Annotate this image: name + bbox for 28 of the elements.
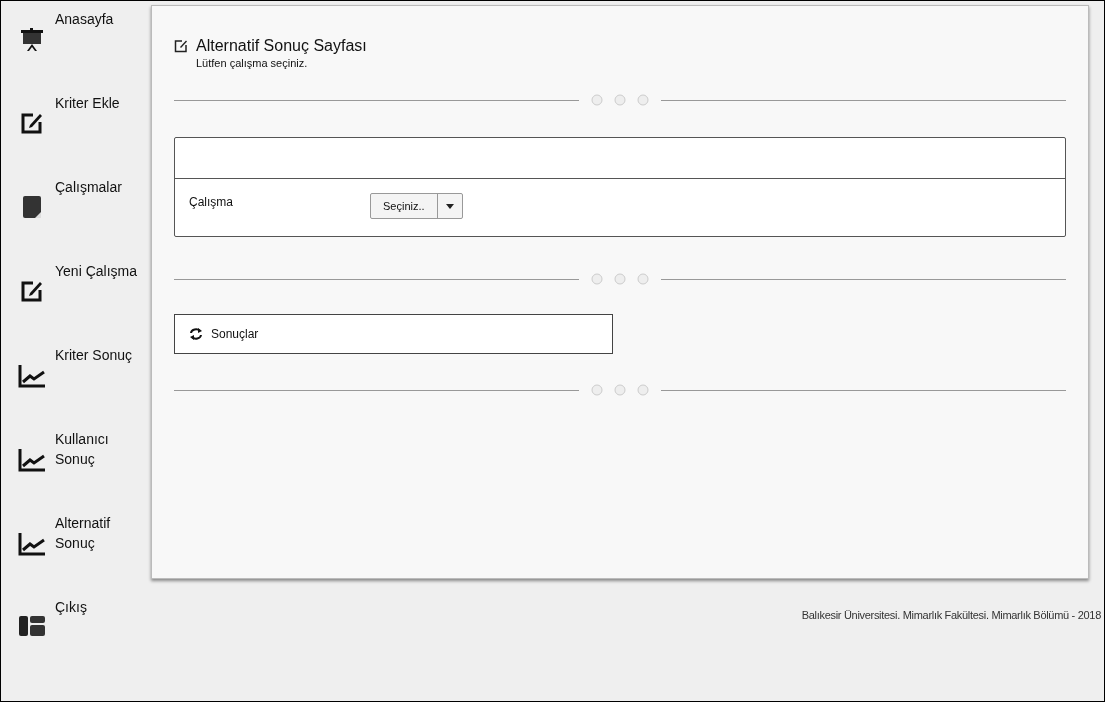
edit-icon [20,111,44,135]
field-label: Çalışma [189,194,234,211]
footer-text: Balıkesir Üniversitesi. Mimarlık Fakültesi. Mimarlık Bölümü - 2018 [801,608,1101,623]
caret-icon [445,203,454,209]
line-chart-icon [18,531,46,557]
tablet-icon [22,195,42,219]
sidebar-item[interactable]: Çalışmalar [17,177,151,261]
edit-icon [20,279,44,303]
dots-icon [591,384,649,396]
sidebar-item[interactable]: Kriter Ekle [17,93,151,177]
dots-icon [591,94,649,106]
sidebar-item[interactable]: Çıkış [17,597,151,681]
refresh-icon [189,328,203,340]
results-button[interactable]: Sonuçlar [174,314,613,354]
sidebar-item[interactable]: Kriter Sonuç [17,345,151,429]
edit-icon [174,39,188,53]
line-chart-icon [18,363,46,389]
page-title: Alternatif Sonuç Sayfası [196,36,367,56]
sidebar-item[interactable]: Yeni Çalışma [17,261,151,345]
sidebar-item[interactable]: Alternatif Sonuç [17,513,151,597]
layout-icon [18,615,46,637]
line-chart-icon [18,447,46,473]
sidebar-item[interactable]: Anasayfa [17,9,151,93]
study-select[interactable]: Seçiniz.. [370,193,463,219]
sidebar-item[interactable]: Kullanıcı Sonuç [17,429,151,513]
dots-icon [591,273,649,285]
presentation-board-icon [20,27,44,53]
page-subtitle: Lütfen çalışma seçiniz. [196,56,309,70]
